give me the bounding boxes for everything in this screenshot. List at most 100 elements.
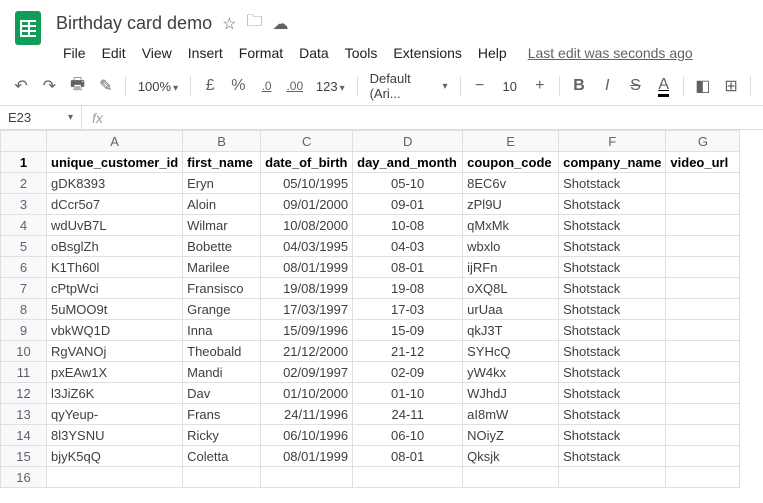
cell[interactable]: RgVANOj	[47, 341, 183, 362]
cell[interactable]: 05/10/1995	[261, 173, 353, 194]
menu-file[interactable]: File	[56, 41, 93, 65]
col-header-C[interactable]: C	[261, 131, 353, 152]
cell[interactable]: 5uMOO9t	[47, 299, 183, 320]
borders-icon[interactable]: ⊞	[718, 72, 744, 100]
row-header[interactable]: 6	[1, 257, 47, 278]
cell[interactable]: 08-01	[353, 257, 463, 278]
cell[interactable]: qyYeup-	[47, 404, 183, 425]
cell[interactable]: Coletta	[183, 446, 261, 467]
cell[interactable]: Dav	[183, 383, 261, 404]
cell[interactable]: 17-03	[353, 299, 463, 320]
row-header[interactable]: 8	[1, 299, 47, 320]
cell[interactable]: Shotstack	[559, 257, 666, 278]
move-icon[interactable]: 🗀	[246, 10, 262, 37]
cell[interactable]: qkJ3T	[463, 320, 559, 341]
cell[interactable]: urUaa	[463, 299, 559, 320]
cell[interactable]: oXQ8L	[463, 278, 559, 299]
cell[interactable]: Fransisco	[183, 278, 261, 299]
cell[interactable]: pxEAw1X	[47, 362, 183, 383]
cell[interactable]: date_of_birth	[261, 152, 353, 173]
doc-title[interactable]: Birthday card demo	[56, 13, 212, 34]
cell[interactable]	[666, 194, 740, 215]
font-size-input[interactable]: 10	[495, 79, 525, 94]
strikethrough-button[interactable]: S	[622, 72, 648, 100]
cell[interactable]: Ricky	[183, 425, 261, 446]
cell[interactable]	[666, 299, 740, 320]
cell[interactable]: 24/11/1996	[261, 404, 353, 425]
menu-tools[interactable]: Tools	[338, 41, 385, 65]
menu-extensions[interactable]: Extensions	[386, 41, 468, 65]
spreadsheet-grid[interactable]: A B C D E F G 1unique_customer_idfirst_n…	[0, 130, 740, 488]
cell[interactable]: l3JiZ6K	[47, 383, 183, 404]
cell[interactable]	[666, 446, 740, 467]
cell[interactable]: Shotstack	[559, 215, 666, 236]
cell[interactable]	[463, 467, 559, 488]
row-header[interactable]: 4	[1, 215, 47, 236]
cell[interactable]	[47, 467, 183, 488]
row-header[interactable]: 15	[1, 446, 47, 467]
menu-data[interactable]: Data	[292, 41, 336, 65]
row-header[interactable]: 14	[1, 425, 47, 446]
cell[interactable]: qMxMk	[463, 215, 559, 236]
cell[interactable]	[666, 320, 740, 341]
name-box[interactable]: E23▾	[0, 106, 82, 129]
cell[interactable]	[666, 383, 740, 404]
zoom-select[interactable]: 100%▾	[132, 79, 184, 94]
cell[interactable]	[559, 467, 666, 488]
cell[interactable]: Shotstack	[559, 404, 666, 425]
row-header[interactable]: 12	[1, 383, 47, 404]
print-icon[interactable]: 🖶	[64, 72, 90, 100]
cell[interactable]: Grange	[183, 299, 261, 320]
cell[interactable]	[666, 236, 740, 257]
cell[interactable]: 10/08/2000	[261, 215, 353, 236]
cell[interactable]: company_name	[559, 152, 666, 173]
cell[interactable]: 06/10/1996	[261, 425, 353, 446]
menu-format[interactable]: Format	[232, 41, 290, 65]
cell[interactable]	[666, 341, 740, 362]
cell[interactable]: Shotstack	[559, 299, 666, 320]
row-header[interactable]: 3	[1, 194, 47, 215]
cell[interactable]: Marilee	[183, 257, 261, 278]
cell[interactable]: 02-09	[353, 362, 463, 383]
cell[interactable]: Mandi	[183, 362, 261, 383]
cell[interactable]: 15/09/1996	[261, 320, 353, 341]
cell[interactable]: 8EC6v	[463, 173, 559, 194]
more-formats-button[interactable]: 123▾	[310, 79, 351, 94]
row-header[interactable]: 2	[1, 173, 47, 194]
cell[interactable]	[183, 467, 261, 488]
menu-edit[interactable]: Edit	[95, 41, 133, 65]
cell[interactable]: Qksjk	[463, 446, 559, 467]
select-all-corner[interactable]	[1, 131, 47, 152]
increase-decimal-button[interactable]: .00	[282, 72, 308, 100]
cell[interactable]: Shotstack	[559, 194, 666, 215]
cell[interactable]: 01/10/2000	[261, 383, 353, 404]
cell[interactable]: 19/08/1999	[261, 278, 353, 299]
formula-bar[interactable]	[113, 106, 763, 129]
cell[interactable]: 08/01/1999	[261, 257, 353, 278]
cell[interactable]: Shotstack	[559, 173, 666, 194]
cell[interactable]: Bobette	[183, 236, 261, 257]
percent-button[interactable]: %	[225, 72, 251, 100]
row-header[interactable]: 5	[1, 236, 47, 257]
menu-help[interactable]: Help	[471, 41, 514, 65]
cell[interactable]: 04-03	[353, 236, 463, 257]
cell[interactable]	[261, 467, 353, 488]
font-size-decrease[interactable]: −	[467, 72, 493, 100]
cell[interactable]: Shotstack	[559, 362, 666, 383]
cell[interactable]: wdUvB7L	[47, 215, 183, 236]
cell[interactable]	[666, 404, 740, 425]
cell[interactable]: gDK8393	[47, 173, 183, 194]
fill-color-icon[interactable]: ◧	[690, 72, 716, 100]
paint-format-icon[interactable]: ✎	[93, 72, 119, 100]
cell[interactable]: first_name	[183, 152, 261, 173]
cell[interactable]: aI8mW	[463, 404, 559, 425]
cell[interactable]: 15-09	[353, 320, 463, 341]
italic-button[interactable]: I	[594, 72, 620, 100]
cell[interactable]: Shotstack	[559, 383, 666, 404]
row-header[interactable]: 10	[1, 341, 47, 362]
sheets-logo[interactable]	[8, 8, 48, 48]
cell[interactable]: 8l3YSNU	[47, 425, 183, 446]
undo-icon[interactable]: ↶	[8, 72, 34, 100]
cell[interactable]: Shotstack	[559, 236, 666, 257]
col-header-B[interactable]: B	[183, 131, 261, 152]
